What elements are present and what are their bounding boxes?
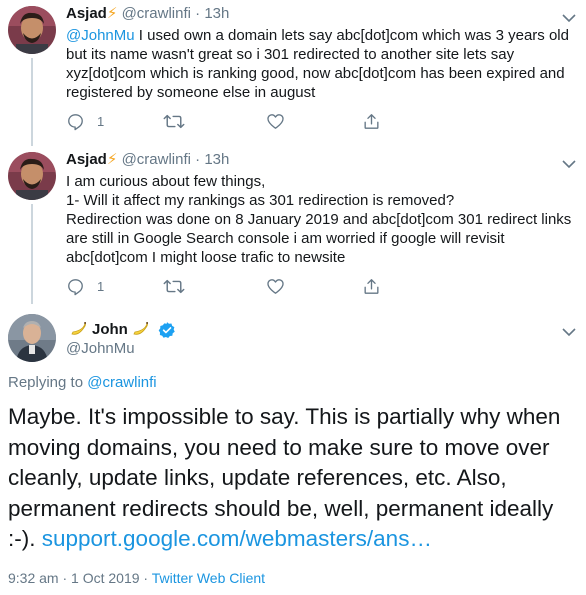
banana-emoji-icon [132, 321, 150, 339]
avatar[interactable] [8, 152, 56, 200]
reply-count: 1 [97, 113, 105, 129]
author-name[interactable]: Asjad [66, 151, 107, 168]
chevron-down-icon[interactable] [562, 10, 576, 23]
reply-button[interactable]: 1 [66, 276, 104, 296]
replying-label: Replying to [8, 374, 88, 391]
like-icon [266, 112, 285, 131]
reply-button[interactable]: 1 [66, 111, 104, 131]
lightning-emoji-icon: ⚡ [106, 5, 118, 22]
avatar[interactable] [8, 6, 56, 54]
chevron-down-icon[interactable] [562, 156, 576, 169]
separator-dot: · [195, 151, 201, 168]
author-handle[interactable]: @JohnMu [66, 339, 135, 359]
avatar[interactable] [8, 314, 56, 362]
support-link[interactable]: support.google.com/webmasters/ans… [42, 526, 432, 551]
chevron-down-icon[interactable] [562, 324, 576, 337]
lightning-emoji-icon: ⚡ [106, 151, 118, 168]
verified-badge-icon [158, 321, 176, 339]
tweet-time[interactable]: 13h [204, 151, 229, 168]
share-button[interactable] [362, 276, 381, 296]
author-name[interactable]: John [92, 320, 128, 340]
timestamp[interactable]: 9:32 am · 1 Oct 2019 · [8, 570, 152, 586]
share-button[interactable] [362, 111, 381, 131]
author-handle[interactable]: @crawlinfi [122, 5, 191, 22]
separator-dot: · [195, 5, 201, 22]
replying-to-mention[interactable]: @crawlinfi [87, 374, 156, 391]
banana-emoji-icon [70, 321, 88, 339]
tweet-text: @JohnMu I used own a domain lets say abc… [66, 26, 576, 102]
client-link[interactable]: Twitter Web Client [152, 570, 265, 586]
tweet-text: I am curious about few things, 1- Will i… [66, 173, 572, 266]
retweet-icon [163, 112, 185, 131]
tweet-body: I used own a domain lets say abc[dot]com… [66, 27, 569, 101]
thread-connector [31, 58, 33, 146]
like-button[interactable] [266, 276, 285, 296]
share-icon [362, 112, 381, 131]
reply-icon [66, 112, 85, 131]
main-tweet-text: Maybe. It's impossible to say. This is p… [8, 402, 580, 555]
like-icon [266, 277, 285, 296]
retweet-button[interactable] [163, 276, 185, 296]
thread-connector [31, 204, 33, 304]
retweet-button[interactable] [163, 111, 185, 131]
retweet-icon [163, 277, 185, 296]
reply-icon [66, 277, 85, 296]
share-icon [362, 277, 381, 296]
tweet-meta: 9:32 am · 1 Oct 2019 · Twitter Web Clien… [8, 568, 265, 588]
tweet-time[interactable]: 13h [204, 5, 229, 22]
replying-to: Replying to @crawlinfi [8, 373, 157, 393]
reply-count: 1 [97, 278, 105, 294]
author-name[interactable]: Asjad [66, 5, 107, 22]
mention-link[interactable]: @JohnMu [66, 27, 135, 44]
like-button[interactable] [266, 111, 285, 131]
author-handle[interactable]: @crawlinfi [122, 151, 191, 168]
